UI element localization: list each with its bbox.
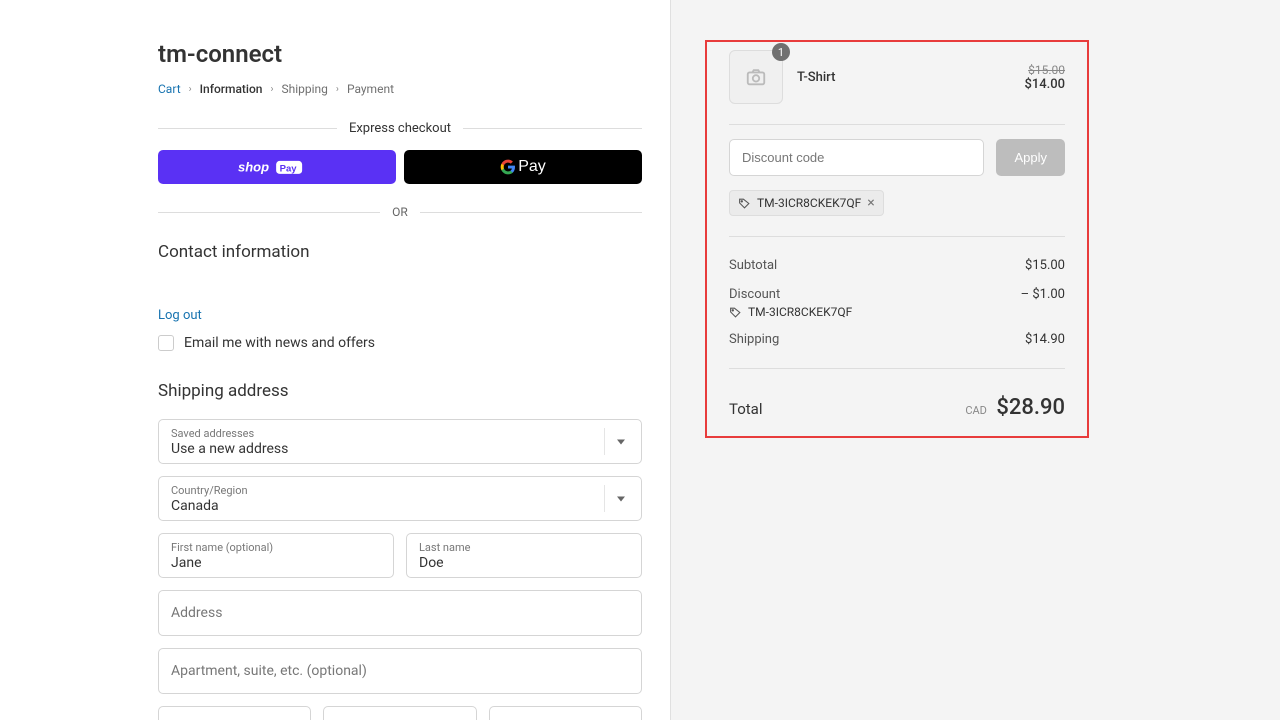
order-summary: 1 T-Shirt $15.00 $14.00 Apply TM-3ICR8CK… [705, 40, 1089, 438]
contact-heading: Contact information [158, 242, 642, 262]
discount-code-line: TM-3ICR8CKEK7QF [729, 305, 1065, 319]
email-news-label: Email me with news and offers [184, 335, 375, 351]
item-price: $14.00 [1024, 77, 1065, 92]
shipping-label: Shipping [729, 332, 779, 347]
shipping-heading: Shipping address [158, 381, 642, 401]
shop-pay-icon: shop Pay [238, 158, 316, 176]
last-name-field[interactable]: Last name Doe [406, 533, 642, 578]
page-title: tm-connect [158, 40, 642, 68]
express-checkout-divider: Express checkout [158, 120, 642, 136]
breadcrumb-information: Information [200, 82, 263, 96]
last-name-label: Last name [419, 541, 629, 554]
postal-code-field[interactable]: Postal code [489, 706, 642, 720]
remove-discount-icon[interactable]: × [867, 196, 874, 210]
country-label: Country/Region [171, 484, 629, 497]
shop-pay-button[interactable]: shop Pay [158, 150, 396, 184]
tag-icon [729, 306, 742, 319]
total-currency: CAD [965, 404, 987, 417]
subtotal-label: Subtotal [729, 258, 777, 273]
total-label: Total [729, 400, 763, 418]
camera-icon [745, 66, 767, 88]
apply-button[interactable]: Apply [996, 139, 1065, 176]
breadcrumb-shipping: Shipping [282, 82, 328, 96]
discount-label: Discount [729, 287, 780, 302]
breadcrumb: Cart › Information › Shipping › Payment [158, 82, 642, 96]
svg-text:shop: shop [238, 159, 269, 174]
svg-text:Pay: Pay [280, 163, 298, 174]
breadcrumb-cart[interactable]: Cart [158, 82, 181, 96]
first-name-field[interactable]: First name (optional) Jane [158, 533, 394, 578]
apartment-field[interactable]: Apartment, suite, etc. (optional) [158, 648, 642, 694]
chevron-right-icon: › [189, 84, 192, 95]
product-thumbnail: 1 [729, 50, 783, 104]
chevron-right-icon: › [336, 84, 339, 95]
discount-value: – $1.00 [1021, 287, 1065, 302]
tag-icon [738, 197, 751, 210]
google-pay-button[interactable]: Pay [404, 150, 642, 184]
breadcrumb-payment: Payment [347, 82, 394, 96]
subtotal-value: $15.00 [1025, 258, 1065, 273]
first-name-label: First name (optional) [171, 541, 381, 554]
address-field[interactable]: Address [158, 590, 642, 636]
saved-addresses-label: Saved addresses [171, 427, 629, 440]
country-select[interactable]: Country/Region Canada [158, 476, 642, 521]
discount-code-input[interactable] [729, 139, 984, 176]
shipping-value: $14.90 [1025, 332, 1065, 347]
email-news-checkbox[interactable] [158, 335, 174, 351]
product-title: T-Shirt [797, 70, 1010, 85]
city-field[interactable]: City [158, 706, 311, 720]
saved-addresses-select[interactable]: Saved addresses Use a new address [158, 419, 642, 464]
total-value: $28.90 [996, 395, 1065, 420]
province-select[interactable]: Province [323, 706, 476, 720]
applied-discount-tag: TM-3ICR8CKEK7QF × [729, 190, 884, 216]
quantity-badge: 1 [772, 43, 790, 61]
original-price: $15.00 [1024, 63, 1065, 77]
or-divider: OR [158, 204, 642, 220]
logout-link[interactable]: Log out [158, 308, 202, 323]
chevron-right-icon: › [270, 84, 273, 95]
cart-item: 1 T-Shirt $15.00 $14.00 [729, 50, 1065, 104]
google-pay-icon: Pay [500, 158, 546, 176]
